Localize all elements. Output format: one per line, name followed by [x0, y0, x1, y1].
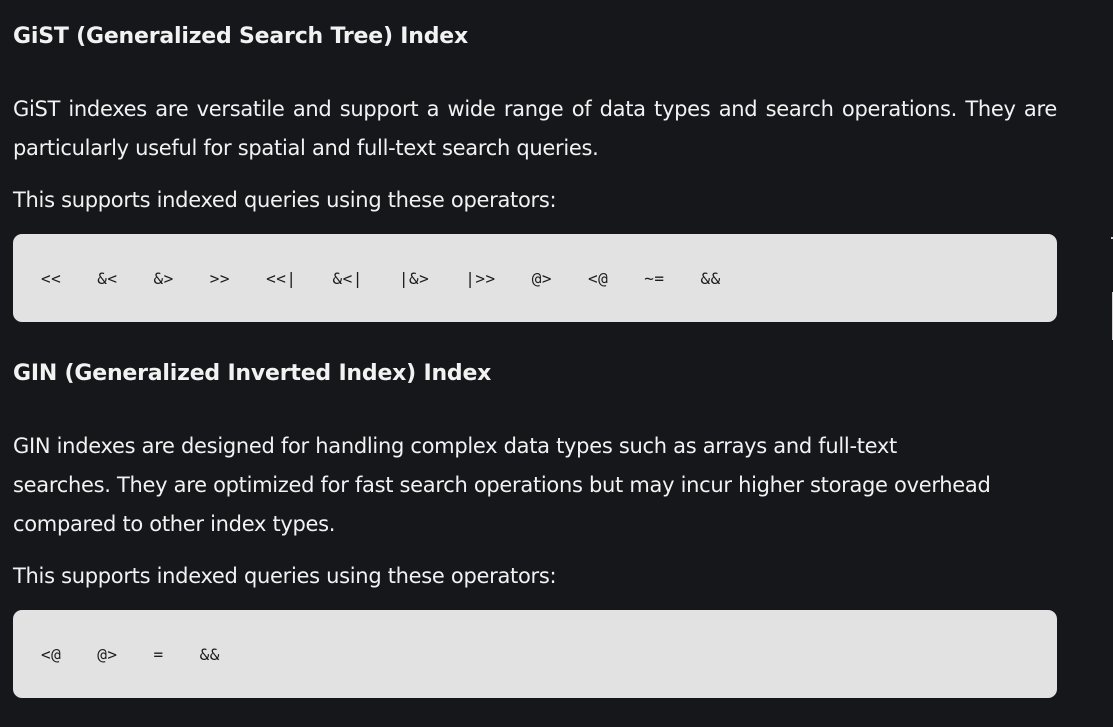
- gin-operators-intro: This supports indexed queries using thes…: [13, 564, 557, 588]
- gin-operator: <@: [41, 644, 62, 664]
- gin-operator: =: [153, 644, 164, 664]
- gist-operator: ~=: [644, 268, 665, 288]
- gin-operators-code-block: <@ @> = &&: [13, 610, 1057, 698]
- gist-operator: >>: [209, 268, 231, 288]
- gist-operator: <<: [41, 268, 62, 288]
- gist-operator: |>>: [465, 268, 496, 288]
- gist-operators-intro: This supports indexed queries using thes…: [13, 188, 557, 212]
- gist-description: GiST indexes are versatile and support a…: [13, 97, 1057, 160]
- gist-operator: <@: [587, 268, 609, 288]
- gist-operator: &>: [153, 268, 174, 288]
- gist-operator: <<|: [266, 268, 297, 288]
- gin-description: GIN indexes are designed for handling co…: [13, 434, 991, 536]
- gin-heading: GIN (Generalized Inverted Index) Index: [13, 361, 492, 386]
- gist-heading: GiST (Generalized Search Tree) Index: [13, 24, 468, 49]
- gist-operators-list: << &< &> >> <<| &<| |&> |>> @> <@ ~= &&: [41, 234, 757, 322]
- gist-operator: @>: [531, 268, 552, 288]
- gist-operator: &<: [97, 268, 118, 288]
- gist-operator: &<|: [332, 268, 363, 288]
- gin-operator: @>: [97, 644, 118, 664]
- gist-operators-code-block: << &< &> >> <<| &<| |&> |>> @> <@ ~= &&: [13, 234, 1057, 322]
- gist-operator: |&>: [398, 268, 430, 288]
- gin-operator: &&: [199, 644, 220, 664]
- gin-operators-list: <@ @> = &&: [41, 610, 256, 698]
- gist-operator: &&: [700, 268, 721, 288]
